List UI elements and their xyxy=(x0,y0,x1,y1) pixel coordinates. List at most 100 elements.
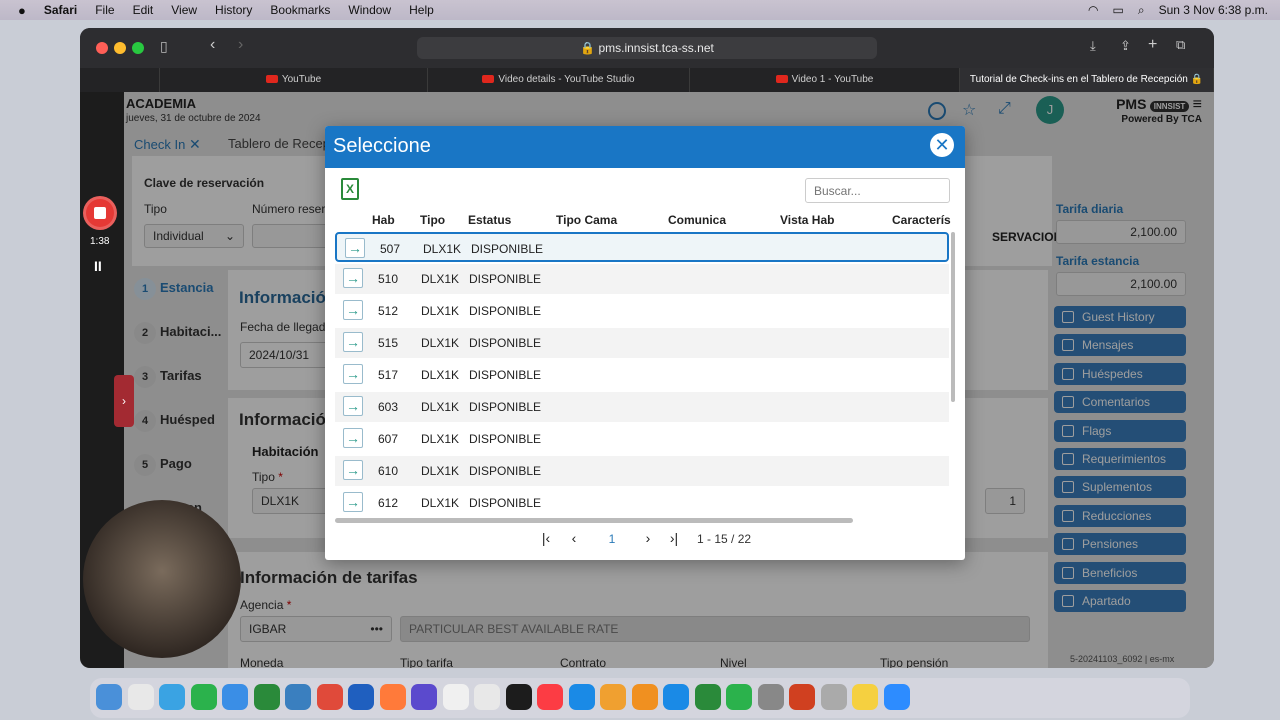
select-arrow-icon[interactable]: → xyxy=(343,396,363,416)
dock-app-icon[interactable] xyxy=(222,684,248,710)
tab-pinned[interactable] xyxy=(80,68,160,92)
battery-icon[interactable]: ▭ xyxy=(1113,3,1124,17)
col-hab[interactable]: Hab xyxy=(372,213,395,227)
dock-app-icon[interactable] xyxy=(127,684,154,710)
vertical-scrollbar[interactable] xyxy=(951,232,955,402)
dock-app-icon[interactable] xyxy=(159,684,185,710)
col-comunica[interactable]: Comunica xyxy=(668,213,726,227)
table-row[interactable]: → 517 DLX1K DISPONIBLE xyxy=(335,360,949,390)
dock-app-icon[interactable] xyxy=(442,684,469,710)
cell-hab: 517 xyxy=(378,368,399,382)
menu-edit[interactable]: Edit xyxy=(133,3,154,17)
download-icon[interactable]: ⤓ xyxy=(1090,38,1096,54)
select-arrow-icon[interactable]: → xyxy=(343,268,363,288)
table-row[interactable]: → 515 DLX1K DISPONIBLE xyxy=(335,328,949,358)
current-page[interactable]: 1 xyxy=(602,532,622,546)
table-row[interactable]: → 612 DLX1K DISPONIBLE xyxy=(335,488,949,518)
sidebar-icon[interactable]: ▯ xyxy=(160,38,168,55)
first-page-icon[interactable]: |‹ xyxy=(536,530,556,546)
dock-app-icon[interactable] xyxy=(883,684,910,710)
tab-youtube[interactable]: YouTube xyxy=(160,68,428,92)
prev-page-icon[interactable]: ‹ xyxy=(564,530,584,546)
modal-title: Seleccione xyxy=(333,135,431,157)
zoom-window-icon[interactable] xyxy=(132,42,144,54)
table-row[interactable]: → 510 DLX1K DISPONIBLE xyxy=(335,264,949,294)
dock-app-icon[interactable] xyxy=(253,684,280,710)
close-icon[interactable]: ✕ xyxy=(930,133,954,157)
col-tipo-cama[interactable]: Tipo Cama xyxy=(556,213,617,227)
cell-hab: 610 xyxy=(378,464,399,478)
menu-bookmarks[interactable]: Bookmarks xyxy=(270,3,330,17)
dock-app-icon[interactable] xyxy=(411,684,437,710)
dock-app-icon[interactable] xyxy=(757,684,784,710)
tab-video-details[interactable]: Video details - YouTube Studio xyxy=(428,68,690,92)
dock-app-icon[interactable] xyxy=(852,684,878,710)
select-arrow-icon[interactable]: → xyxy=(343,492,363,512)
select-arrow-icon[interactable]: → xyxy=(343,300,363,320)
clock[interactable]: Sun 3 Nov 6:38 p.m. xyxy=(1159,3,1268,17)
col-vista-hab[interactable]: Vista Hab xyxy=(780,213,834,227)
menu-history[interactable]: History xyxy=(215,3,252,17)
dock-app-icon[interactable] xyxy=(663,684,689,710)
dock-app-icon[interactable] xyxy=(474,684,500,710)
dock-app-icon[interactable] xyxy=(568,684,595,710)
dock-app-icon[interactable] xyxy=(285,684,311,710)
menu-view[interactable]: View xyxy=(171,3,197,17)
horizontal-scrollbar[interactable] xyxy=(335,518,853,523)
url-bar[interactable]: 🔒 pms.innsist.tca-ss.net xyxy=(417,37,877,59)
select-arrow-icon[interactable]: → xyxy=(343,428,363,448)
cell-tipo: DLX1K xyxy=(421,464,460,478)
menu-app[interactable]: Safari xyxy=(44,3,77,17)
dock-app-icon[interactable] xyxy=(379,684,406,710)
col-tipo[interactable]: Tipo xyxy=(420,213,445,227)
dock-app-icon[interactable] xyxy=(316,684,343,710)
dock-app-icon[interactable] xyxy=(505,684,532,710)
back-icon[interactable]: ‹ xyxy=(210,36,215,54)
forward-icon[interactable]: › xyxy=(238,36,243,54)
tab-video-1[interactable]: Video 1 - YouTube xyxy=(690,68,960,92)
excel-export-icon[interactable]: X xyxy=(341,178,359,200)
cell-tipo: DLX1K xyxy=(421,432,460,446)
select-arrow-icon[interactable]: → xyxy=(343,460,363,480)
dock-app-icon[interactable] xyxy=(537,684,563,710)
url-text: pms.innsist.tca-ss.net xyxy=(598,41,714,55)
dock-app-icon[interactable] xyxy=(820,684,847,710)
tab-tutorial[interactable]: Tutorial de Check-ins en el Tablero de R… xyxy=(960,68,1214,92)
new-tab-icon[interactable]: + xyxy=(1148,36,1157,54)
search-input[interactable] xyxy=(805,178,950,203)
table-row[interactable]: → 507 DLX1K DISPONIBLE xyxy=(335,232,949,262)
tab-bar: YouTube Video details - YouTube Studio V… xyxy=(80,68,1214,92)
table-row[interactable]: → 610 DLX1K DISPONIBLE xyxy=(335,456,949,486)
share-icon[interactable]: ⇪ xyxy=(1120,38,1131,54)
table-row[interactable]: → 603 DLX1K DISPONIBLE xyxy=(335,392,949,422)
last-page-icon[interactable]: ›| xyxy=(664,530,684,546)
table-row[interactable]: → 512 DLX1K DISPONIBLE xyxy=(335,296,949,326)
select-arrow-icon[interactable]: → xyxy=(345,238,365,258)
dock-app-icon[interactable] xyxy=(190,684,217,710)
table-row[interactable]: → 607 DLX1K DISPONIBLE xyxy=(335,424,949,454)
dock-app-icon[interactable] xyxy=(631,684,658,710)
next-page-icon[interactable]: › xyxy=(638,530,658,546)
tab-overview-icon[interactable]: ⧉ xyxy=(1176,37,1185,53)
dock-app-icon[interactable] xyxy=(789,684,815,710)
dock-app-icon[interactable] xyxy=(348,684,374,710)
dock-app-icon[interactable] xyxy=(694,684,721,710)
expand-panel-button[interactable]: › xyxy=(114,375,134,427)
search-icon[interactable]: ⌕ xyxy=(1138,3,1145,18)
menu-window[interactable]: Window xyxy=(348,3,391,17)
col-estatus[interactable]: Estatus xyxy=(468,213,511,227)
close-window-icon[interactable] xyxy=(96,42,108,54)
col-caracteristicas[interactable]: Caracterís xyxy=(892,213,951,227)
dock-app-icon[interactable] xyxy=(96,684,122,710)
apple-icon[interactable]: ● xyxy=(18,3,26,18)
dock-app-icon[interactable] xyxy=(600,684,626,710)
minimize-window-icon[interactable] xyxy=(114,42,126,54)
select-arrow-icon[interactable]: → xyxy=(343,364,363,384)
menu-file[interactable]: File xyxy=(95,3,114,17)
cell-estatus: DISPONIBLE xyxy=(469,464,542,478)
dock-app-icon[interactable] xyxy=(726,684,752,710)
select-arrow-icon[interactable]: → xyxy=(343,332,363,352)
wifi-icon[interactable]: ◠ xyxy=(1088,3,1098,17)
menu-help[interactable]: Help xyxy=(409,3,434,17)
pause-icon[interactable]: II xyxy=(94,258,102,274)
